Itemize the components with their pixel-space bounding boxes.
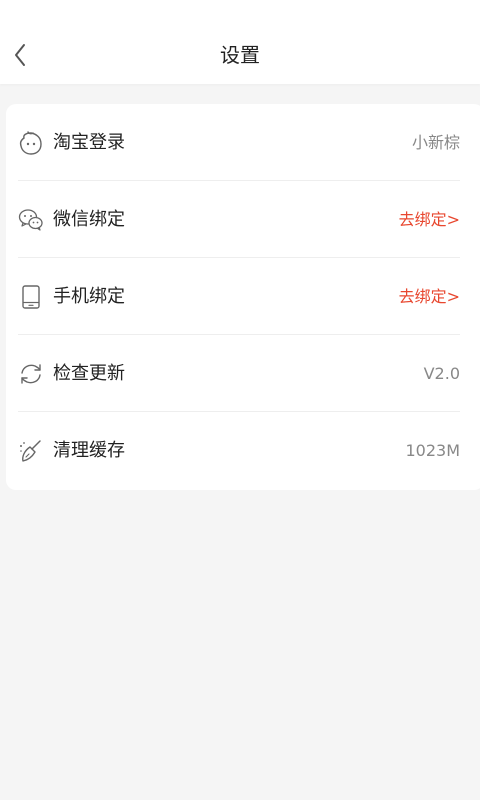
cache-size-value: 1023M bbox=[405, 440, 460, 460]
settings-list: 淘宝登录 小新棕 微信绑定 去绑定> 手机绑定 去绑定> 检查更新 V2.0 清… bbox=[6, 104, 480, 490]
top-bar: 设置 bbox=[0, 0, 480, 84]
row-label: 检查更新 bbox=[53, 362, 125, 384]
phone-icon-wrap bbox=[18, 284, 44, 310]
version-value: V2.0 bbox=[423, 363, 460, 383]
row-label: 微信绑定 bbox=[53, 208, 125, 230]
row-value: 小新棕 bbox=[411, 132, 460, 152]
taobao-login-row[interactable]: 淘宝登录 小新棕 bbox=[18, 104, 460, 181]
broom-icon bbox=[20, 439, 41, 462]
clear-cache-row[interactable]: 清理缓存 1023M bbox=[18, 412, 460, 489]
refresh-icon bbox=[21, 363, 41, 384]
broom-icon-wrap bbox=[18, 438, 44, 464]
page-title: 设置 bbox=[220, 43, 260, 67]
wechat-bind-row[interactable]: 微信绑定 去绑定> bbox=[18, 181, 460, 258]
check-update-row[interactable]: 检查更新 V2.0 bbox=[18, 335, 460, 412]
wechat-icon-wrap bbox=[18, 207, 44, 233]
row-label: 淘宝登录 bbox=[53, 131, 125, 153]
bind-link[interactable]: 去绑定> bbox=[399, 286, 460, 308]
taobao-icon-wrap bbox=[18, 130, 44, 156]
bind-link[interactable]: 去绑定> bbox=[399, 209, 460, 231]
refresh-icon-wrap bbox=[18, 361, 44, 387]
phone-icon bbox=[22, 284, 40, 309]
wechat-icon bbox=[18, 208, 43, 231]
phone-bind-row[interactable]: 手机绑定 去绑定> bbox=[18, 258, 460, 335]
row-label: 手机绑定 bbox=[53, 285, 125, 307]
row-label: 清理缓存 bbox=[53, 439, 125, 461]
taobao-icon bbox=[19, 130, 42, 155]
